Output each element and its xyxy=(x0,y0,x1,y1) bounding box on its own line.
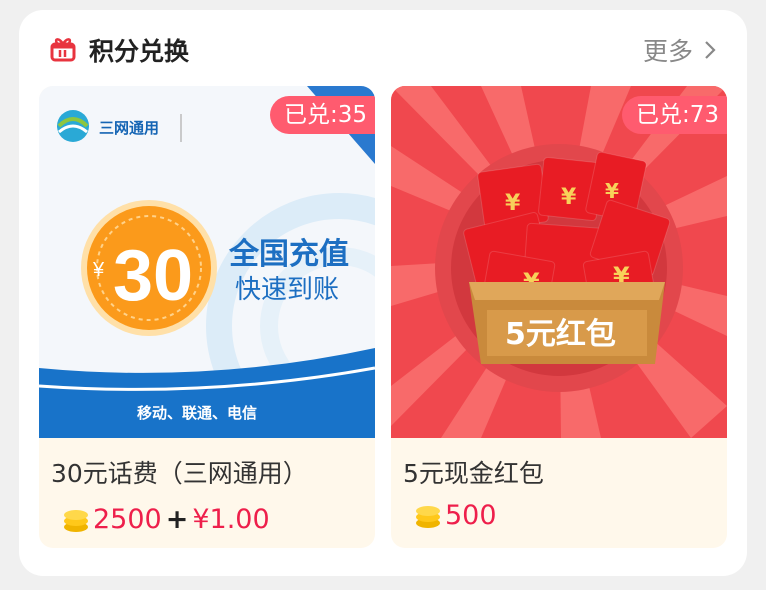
more-link[interactable]: 更多 xyxy=(643,32,723,68)
item-name: 5元现金红包 xyxy=(403,459,544,488)
svg-text:¥: ¥ xyxy=(505,191,521,216)
currency-symbol: ¥ xyxy=(92,259,105,281)
exchange-item-phone-credit[interactable]: 三网通用 ¥ 30 全国充值 快速到账 移动、联通、电信 已兑:35 30元话费… xyxy=(39,86,375,548)
svg-text:¥: ¥ xyxy=(605,179,619,203)
cash-value: ¥1.00 xyxy=(192,504,270,535)
points-value: 500 xyxy=(445,500,497,531)
item-price: 2500 + ¥1.00 xyxy=(61,504,270,535)
headline-label: 全国充值 xyxy=(228,237,349,272)
plus-sign: + xyxy=(165,504,189,535)
red-packet-label: 5元红包 xyxy=(505,317,616,352)
more-label: 更多 xyxy=(642,37,693,66)
subline-label: 快速到账 xyxy=(235,275,339,305)
chevron-right-icon xyxy=(705,41,716,59)
brand-label: 三网通用 xyxy=(99,120,159,137)
section-title: 积分兑换 xyxy=(89,37,190,66)
phone-credit-image: 三网通用 ¥ 30 全国充值 快速到账 移动、联通、电信 xyxy=(39,86,375,438)
carriers-label: 移动、联通、电信 xyxy=(137,404,257,422)
points-exchange-card: 积分兑换 更多 三网通用 ¥ 30 全国充值 快速到账 移动、联通、电信 已兑:… xyxy=(19,10,747,576)
red-packet-image: ¥ ¥ ¥ ¥ ¥ 5元红包 xyxy=(391,86,727,438)
section-header: 积分兑换 更多 xyxy=(19,10,747,86)
coin-stack-icon xyxy=(416,505,440,528)
points-value: 2500 xyxy=(93,504,162,535)
redeemed-count-badge: 已兑:35 xyxy=(269,96,375,134)
item-name: 30元话费（三网通用） xyxy=(51,459,308,488)
gift-icon xyxy=(50,38,76,62)
item-price: 500 xyxy=(413,500,497,531)
redeemed-count-badge: 已兑:73 xyxy=(621,96,727,134)
amount-label: 30 xyxy=(113,236,193,316)
exchange-item-red-packet[interactable]: ¥ ¥ ¥ ¥ ¥ 5元红包 已兑:73 5元现金红包 500 xyxy=(391,86,727,548)
svg-text:¥: ¥ xyxy=(561,185,577,210)
coin-stack-icon xyxy=(64,509,88,532)
